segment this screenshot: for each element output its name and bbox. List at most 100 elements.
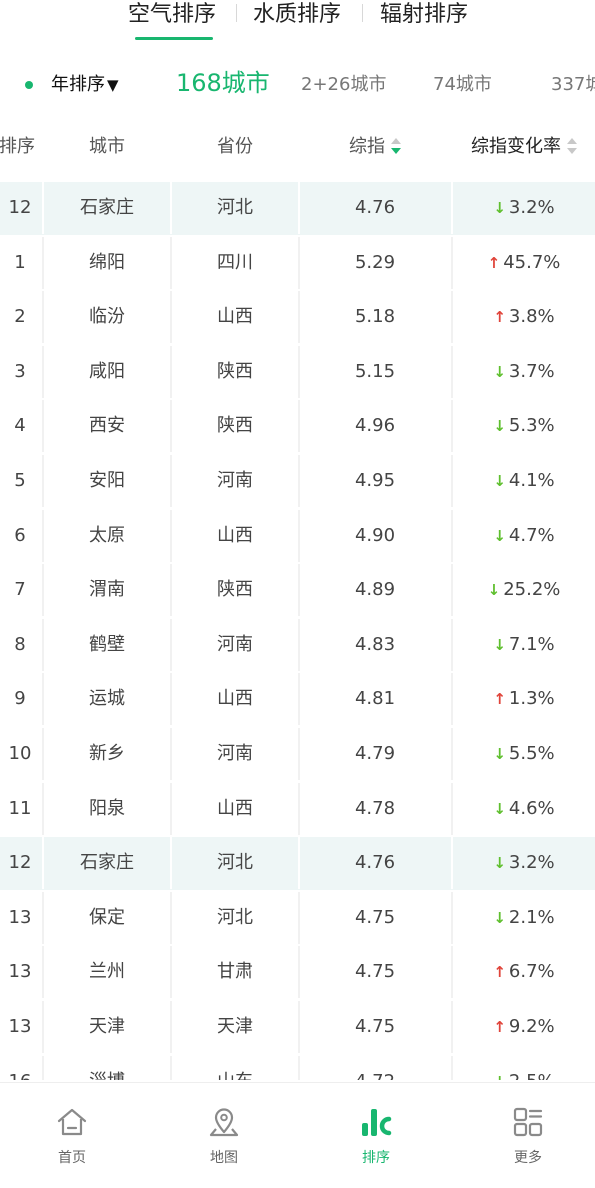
active-tab-indicator xyxy=(135,37,213,40)
table-row[interactable]: 4 西安 陕西 4.96 ↓ 5.3% xyxy=(0,400,595,455)
cell-city: 绵阳 xyxy=(89,251,125,273)
status-dot xyxy=(25,81,33,89)
table-row[interactable]: 2 临汾 山西 5.18 ↑ 3.8% xyxy=(0,291,595,346)
header-index-sort[interactable]: 综指 xyxy=(300,136,450,158)
cell-rank: 13 xyxy=(8,906,32,928)
cell-province: 山东 xyxy=(172,1056,298,1081)
tab-337-cities[interactable]: 337城 xyxy=(551,70,595,100)
cell-index: 5.15 xyxy=(354,360,396,382)
header-change-label: 综指变化率 xyxy=(471,136,561,157)
nav-ranking[interactable]: 排序 xyxy=(336,1105,416,1175)
cell-province: 四川 xyxy=(217,251,253,273)
cell-rank: 2 xyxy=(14,306,26,328)
cell-index: 5.18 xyxy=(354,306,396,328)
table-row[interactable]: 7 渭南 陕西 4.89 ↓ 25.2% xyxy=(0,564,595,619)
cell-rank: 6 xyxy=(14,524,26,546)
cell-change: ↑ 1.3% xyxy=(453,673,595,725)
cell-index: 4.83 xyxy=(354,633,396,655)
cell-province: 陕西 xyxy=(217,579,253,601)
cell-change: ↑ 45.7% xyxy=(453,237,595,289)
table-row[interactable]: 16淄博山东4.72↓2.5% xyxy=(0,1055,595,1081)
tab-air-ranking[interactable]: 空气排序 xyxy=(128,0,216,30)
cell-index: 4.89 xyxy=(354,579,396,601)
table-row[interactable]: 13 保定 河北 4.75 ↓ 2.1% xyxy=(0,891,595,947)
nav-home-label: 首页 xyxy=(58,1150,86,1166)
cell-index: 4.96 xyxy=(354,415,396,437)
cell-change: ↓ 4.6% xyxy=(453,783,595,835)
header-rank: 排序 xyxy=(0,136,35,157)
change-value: 2.5% xyxy=(509,1071,555,1081)
table-row[interactable]: 1 绵阳 四川 5.29 ↑ 45.7% xyxy=(0,236,595,292)
cell-index: 4.75 xyxy=(354,961,396,983)
cell-change: ↓ 4.7% xyxy=(453,510,595,562)
change-value: 7.1% xyxy=(508,633,555,655)
arrow-up-icon: ↑ xyxy=(493,1017,506,1036)
cell-change: ↓ 3.7% xyxy=(453,346,595,398)
table-row[interactable]: 10 新乡 河南 4.79 ↓ 5.5% xyxy=(0,727,595,783)
cell-index: 4.90 xyxy=(354,524,396,546)
sort-desc-icon xyxy=(391,138,401,156)
cell-rank: 10 xyxy=(8,742,32,764)
table-row[interactable]: 6 太原 山西 4.90 ↓ 4.7% xyxy=(0,509,595,565)
change-value: 4.6% xyxy=(508,797,555,819)
cell-index: 4.72 xyxy=(300,1056,450,1081)
change-value: 3.8% xyxy=(508,306,555,328)
dropdown-triangle-icon: ▼ xyxy=(107,76,119,94)
ranking-bars-icon xyxy=(362,1109,392,1136)
cell-city: 石家庄 xyxy=(80,852,134,874)
home-icon xyxy=(57,1108,87,1136)
cell-city: 石家庄 xyxy=(80,197,134,218)
table-row[interactable]: 3 咸阳 陕西 5.15 ↓ 3.7% xyxy=(0,345,595,401)
header-city: 城市 xyxy=(89,136,125,157)
arrow-up-icon: ↑ xyxy=(493,690,506,709)
table-row[interactable]: 11 阳泉 山西 4.78 ↓ 4.6% xyxy=(0,782,595,838)
cell-city: 太原 xyxy=(89,524,125,546)
arrow-down-icon: ↓ xyxy=(493,417,506,436)
year-sort-dropdown[interactable]: 年排序 ▼ xyxy=(51,72,119,98)
tab-radiation-ranking[interactable]: 辐射排序 xyxy=(380,0,468,30)
filter-row: 年排序 ▼ 168城市 2+26城市 74城市 337城 xyxy=(0,64,595,106)
nav-home[interactable]: 首页 xyxy=(32,1105,112,1175)
cell-change: ↑ 6.7% xyxy=(453,946,595,998)
table-row[interactable]: 8 鹤壁 河南 4.83 ↓ 7.1% xyxy=(0,618,595,674)
cell-rank: 8 xyxy=(14,633,26,655)
header-province: 省份 xyxy=(217,136,253,157)
cell-province: 河北 xyxy=(217,197,253,218)
tab-168-cities[interactable]: 168城市 xyxy=(176,68,270,98)
table-row[interactable]: 5 安阳 河南 4.95 ↓ 4.1% xyxy=(0,454,595,510)
arrow-down-icon: ↓ xyxy=(493,635,506,654)
tab-water-ranking[interactable]: 水质排序 xyxy=(253,0,341,30)
change-value: 3.2% xyxy=(508,852,555,874)
table-row[interactable]: 9 运城 山西 4.81 ↑ 1.3% xyxy=(0,673,595,728)
cell-province: 河北 xyxy=(217,852,253,874)
cell-rank: 3 xyxy=(14,360,26,382)
tab-2-26-cities[interactable]: 2+26城市 xyxy=(301,70,386,100)
cell-change: ↓ 7.1% xyxy=(453,619,595,671)
cell-city: 渭南 xyxy=(89,579,125,601)
cell-change: ↑ 9.2% xyxy=(453,1001,595,1053)
cell-index: 4.75 xyxy=(354,906,396,928)
cell-index: 4.95 xyxy=(354,469,396,491)
cell-index: 4.76 xyxy=(354,852,396,874)
cell-change: ↑ 3.8% xyxy=(453,291,595,343)
change-value: 45.7% xyxy=(503,251,561,273)
nav-map[interactable]: 地图 xyxy=(184,1105,264,1175)
cell-index: 4.75 xyxy=(354,1015,396,1037)
table-row[interactable]: 13 兰州 甘肃 4.75 ↑ 6.7% xyxy=(0,946,595,1001)
arrow-down-icon: ↓ xyxy=(493,199,506,217)
arrow-down-icon: ↓ xyxy=(493,799,506,818)
cell-province: 河南 xyxy=(217,633,253,655)
header-change-sort[interactable]: 综指变化率 xyxy=(453,136,595,158)
cell-province: 山西 xyxy=(217,797,253,819)
arrow-down-icon: ↓ xyxy=(493,1056,506,1081)
change-value: 6.7% xyxy=(508,961,555,983)
table-row[interactable]: 12 石家庄 河北 4.76 ↓ 3.2% xyxy=(0,182,595,237)
cell-province: 河北 xyxy=(217,906,253,928)
table-row[interactable]: 13 天津 天津 4.75 ↑ 9.2% xyxy=(0,1000,595,1056)
cell-change: ↓ 3.2% xyxy=(453,182,595,234)
table-row[interactable]: 12 石家庄 河北 4.76 ↓ 3.2% xyxy=(0,837,595,892)
change-value: 3.2% xyxy=(508,197,555,218)
tab-74-cities[interactable]: 74城市 xyxy=(433,70,492,100)
change-value: 5.5% xyxy=(508,742,555,764)
nav-more[interactable]: 更多 xyxy=(488,1105,568,1175)
